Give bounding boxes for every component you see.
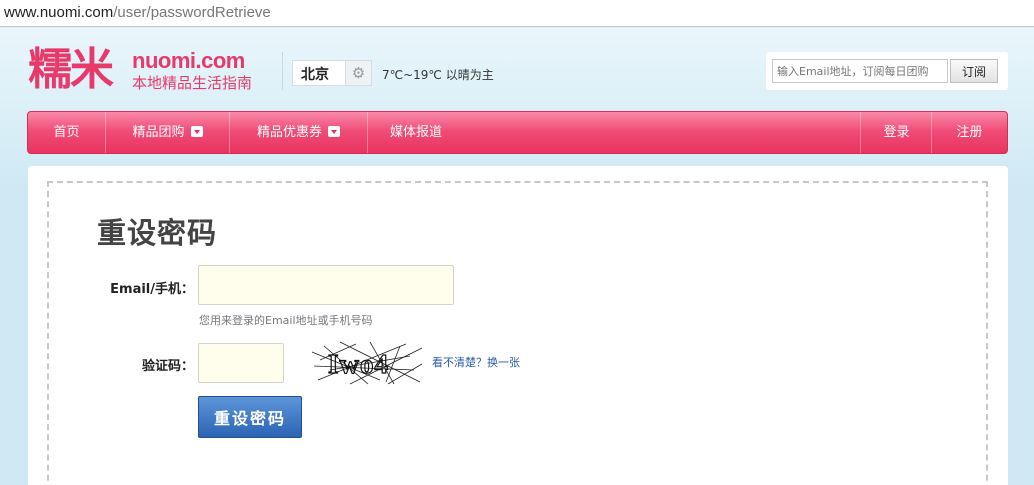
- refresh-captcha-link[interactable]: 看不清楚？换一张: [432, 354, 520, 370]
- subscribe-email-input[interactable]: [772, 59, 948, 83]
- nav-item-coupons[interactable]: 精品优惠券: [230, 112, 368, 153]
- main-nav: 首页 精品团购 精品优惠券 媒体报道 登录 注册: [27, 111, 1008, 154]
- gear-icon[interactable]: ⚙: [345, 61, 371, 85]
- nav-label: 精品团购: [132, 125, 185, 140]
- main-card: 重设密码 Email/手机： 您用来登录的Email地址或手机号码 验证码： I…: [28, 166, 1008, 485]
- nav-item-media[interactable]: 媒体报道: [368, 112, 464, 153]
- logo-tagline: 本地精品生活指南: [132, 74, 253, 92]
- url-text[interactable]: www.nuomi.com/user/passwordRetrieve: [4, 4, 271, 21]
- site-logo[interactable]: 糯米 nuomi.com 本地精品生活指南: [28, 44, 278, 96]
- city-name: 北京: [301, 67, 329, 83]
- logo-english: nuomi.com: [132, 48, 245, 73]
- url-host: www.nuomi.com: [4, 4, 114, 21]
- url-path: /user/passwordRetrieve: [113, 4, 271, 21]
- weather-info: 7℃~19℃ 以晴为主: [382, 68, 494, 82]
- city-selector[interactable]: 北京 ⚙: [292, 60, 372, 86]
- nav-item-home[interactable]: 首页: [28, 112, 106, 153]
- logo-chinese: 糯米: [28, 44, 114, 95]
- captcha-label: 验证码：: [141, 359, 194, 374]
- email-label: Email/手机：: [110, 282, 194, 297]
- nav-item-login[interactable]: 登录: [860, 112, 932, 153]
- captcha-image[interactable]: Iwo4: [310, 340, 426, 386]
- reset-password-button[interactable]: 重设密码: [198, 396, 302, 438]
- nav-item-group-buy[interactable]: 精品团购: [106, 112, 230, 153]
- captcha-field[interactable]: [198, 343, 284, 383]
- nav-label: 首页: [53, 125, 80, 140]
- subscribe-box: 订阅: [766, 52, 1008, 90]
- address-bar[interactable]: www.nuomi.com/user/passwordRetrieve: [0, 0, 1034, 27]
- nav-label: 媒体报道: [389, 125, 442, 140]
- nav-label: 登录: [883, 125, 910, 140]
- email-hint: 您用来登录的Email地址或手机号码: [199, 314, 373, 327]
- nav-label: 精品优惠券: [256, 125, 322, 140]
- nav-label: 注册: [956, 125, 983, 140]
- nav-item-register[interactable]: 注册: [931, 112, 1007, 153]
- captcha-text: Iwo4: [328, 349, 389, 379]
- subscribe-button[interactable]: 订阅: [950, 59, 998, 83]
- page-title: 重设密码: [97, 216, 218, 250]
- email-field[interactable]: [198, 265, 454, 305]
- dropdown-caret-icon: [190, 126, 203, 137]
- dropdown-caret-icon: [328, 126, 340, 137]
